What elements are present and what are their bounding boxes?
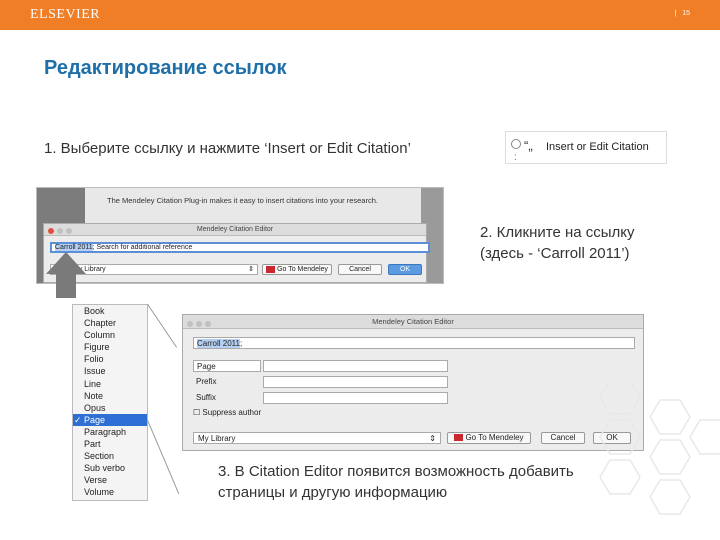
cancel-button[interactable]: Cancel: [338, 264, 382, 275]
close-icon[interactable]: [48, 228, 54, 234]
up-arrow-icon: [46, 252, 86, 298]
locator-menu-item[interactable]: Sub verbo: [73, 462, 147, 474]
locator-menu-item-label: Chapter: [84, 318, 117, 329]
locator-menu-item[interactable]: Line: [73, 378, 147, 390]
locator-menu-item-label: Folio: [84, 354, 104, 365]
citation-editor-window: Mendeley Citation Editor Carroll 2011; S…: [43, 223, 430, 283]
elsevier-logo: ELSEVIER: [30, 7, 101, 22]
locator-menu-item[interactable]: Section: [73, 450, 147, 462]
locator-menu-item-label: Line: [84, 378, 102, 389]
plugin-intro-text: The Mendeley Citation Plug-in makes it e…: [107, 196, 378, 205]
checkmark-icon: ✓: [74, 414, 82, 425]
locator-menu-item-label: Page: [84, 414, 106, 425]
toolbar-radio-icon: [511, 139, 521, 149]
locator-menu-item[interactable]: Paragraph: [73, 426, 147, 438]
prefix-label: Prefix: [196, 377, 217, 386]
suffix-label: Suffix: [196, 393, 216, 402]
locator-menu-item-label: Figure: [84, 342, 110, 353]
callout-line-bottom: [147, 420, 180, 495]
library-select[interactable]: My Library ⇕: [193, 432, 441, 444]
zoom-icon[interactable]: [66, 228, 72, 234]
locator-menu-item-label: Issue: [84, 366, 106, 377]
window-title: Mendeley Citation Editor: [196, 226, 274, 233]
locator-menu-item[interactable]: Column: [73, 329, 147, 341]
page-number: 15: [682, 10, 690, 17]
library-select-value: My Library: [198, 434, 236, 443]
minimize-icon[interactable]: [57, 228, 63, 234]
locator-menu-item-label: Paragraph: [84, 426, 127, 437]
locator-menu-item[interactable]: Figure: [73, 341, 147, 353]
locator-menu-item[interactable]: Opus: [73, 402, 147, 414]
suffix-field[interactable]: [263, 392, 448, 404]
quote-icon: “„: [524, 138, 533, 153]
pager-separator: |: [674, 10, 677, 17]
locator-menu-item[interactable]: Verse: [73, 474, 147, 486]
locator-menu-item-label: Volume: [84, 487, 115, 498]
window-titlebar: Mendeley Citation Editor: [44, 224, 426, 236]
go-to-mendeley-label: Go To Mendeley: [465, 433, 524, 442]
locator-value-field[interactable]: [263, 360, 448, 372]
step-1-text: 1. Выберите ссылку и нажмите ‘Insert or …: [44, 140, 411, 157]
hexagon-decoration: [599, 380, 720, 515]
mendeley-icon: [454, 434, 464, 442]
zoom-icon[interactable]: [205, 321, 211, 327]
window-titlebar: Mendeley Citation Editor: [183, 315, 643, 329]
citation-search-input[interactable]: Carroll 2011;: [193, 337, 635, 349]
cancel-button[interactable]: Cancel: [541, 432, 585, 444]
minimize-icon[interactable]: [196, 321, 202, 327]
step-2-text: 2. Кликните на ссылку (здесь - ‘Carroll …: [480, 224, 635, 262]
citation-editor-screenshot-1: The Mendeley Citation Plug-in makes it e…: [36, 187, 444, 284]
go-to-mendeley-button[interactable]: Go To Mendeley: [447, 432, 531, 444]
locator-menu-item[interactable]: Issue: [73, 365, 147, 377]
citation-token[interactable]: Carroll 2011: [55, 244, 93, 251]
locator-menu-item-label: Sub verbo: [84, 463, 126, 474]
citation-search-input[interactable]: Carroll 2011; Search for additional refe…: [50, 242, 430, 253]
insert-citation-toolbar: : “„ Insert or Edit Citation: [505, 131, 667, 164]
header-bar: ELSEVIER | 15: [0, 0, 720, 30]
locator-menu-item-label: Note: [84, 390, 104, 401]
locator-menu-item[interactable]: Part: [73, 438, 147, 450]
locator-menu-item[interactable]: Volume: [73, 486, 147, 498]
locator-menu-item[interactable]: Book: [73, 305, 147, 317]
suppress-author-label: Suppress author: [202, 408, 262, 417]
suppress-author-checkbox[interactable]: ☐ Suppress author: [193, 408, 261, 417]
window-title: Mendeley Citation Editor: [372, 317, 454, 326]
locator-menu-item-label: Section: [84, 451, 115, 462]
locator-menu-item[interactable]: ✓ Page: [73, 413, 147, 426]
locator-dropdown-menu: Book Chapter Column Figure Folio Issue Line Not…: [72, 304, 148, 501]
locator-menu-item-label: Book: [84, 306, 105, 316]
window-controls: [48, 227, 75, 239]
ok-button[interactable]: OK: [388, 264, 422, 275]
page-indicator: | 15: [668, 10, 690, 17]
select-arrows-icon: ⇕: [248, 266, 254, 273]
close-icon[interactable]: [187, 321, 193, 327]
toolbar-sub-text: :: [514, 152, 517, 163]
go-to-mendeley-label: Go To Mendeley: [277, 266, 328, 273]
callout-line-top: [147, 304, 178, 348]
locator-menu-item-label: Verse: [84, 475, 108, 486]
locator-menu-item[interactable]: Folio: [73, 353, 147, 365]
page-title: Редактирование ссылок: [44, 57, 287, 79]
step-3-text: 3. В Citation Editor появится возможност…: [218, 463, 574, 501]
insert-edit-citation-button[interactable]: Insert or Edit Citation: [546, 141, 649, 153]
window-controls: [187, 318, 214, 332]
go-to-mendeley-button[interactable]: Go To Mendeley: [262, 264, 332, 275]
locator-menu-item[interactable]: Chapter: [73, 317, 147, 329]
search-placeholder: ; Search for additional reference: [92, 244, 193, 251]
locator-menu-item[interactable]: Note: [73, 390, 147, 402]
citation-editor-screenshot-2: Mendeley Citation Editor Carroll 2011; P…: [182, 314, 644, 451]
citation-token[interactable]: Carroll 2011: [197, 339, 240, 348]
select-arrows-icon: ⇕: [429, 434, 436, 443]
locator-select-value: Page: [197, 362, 216, 371]
locator-menu-item-label: Part: [84, 439, 101, 450]
prefix-field[interactable]: [263, 376, 448, 388]
locator-menu-item-label: Column: [84, 330, 116, 341]
mendeley-icon: [266, 265, 276, 273]
locator-select[interactable]: Page: [193, 360, 261, 372]
citation-input-rest: ;: [239, 339, 243, 348]
locator-menu-item-label: Opus: [84, 402, 106, 413]
